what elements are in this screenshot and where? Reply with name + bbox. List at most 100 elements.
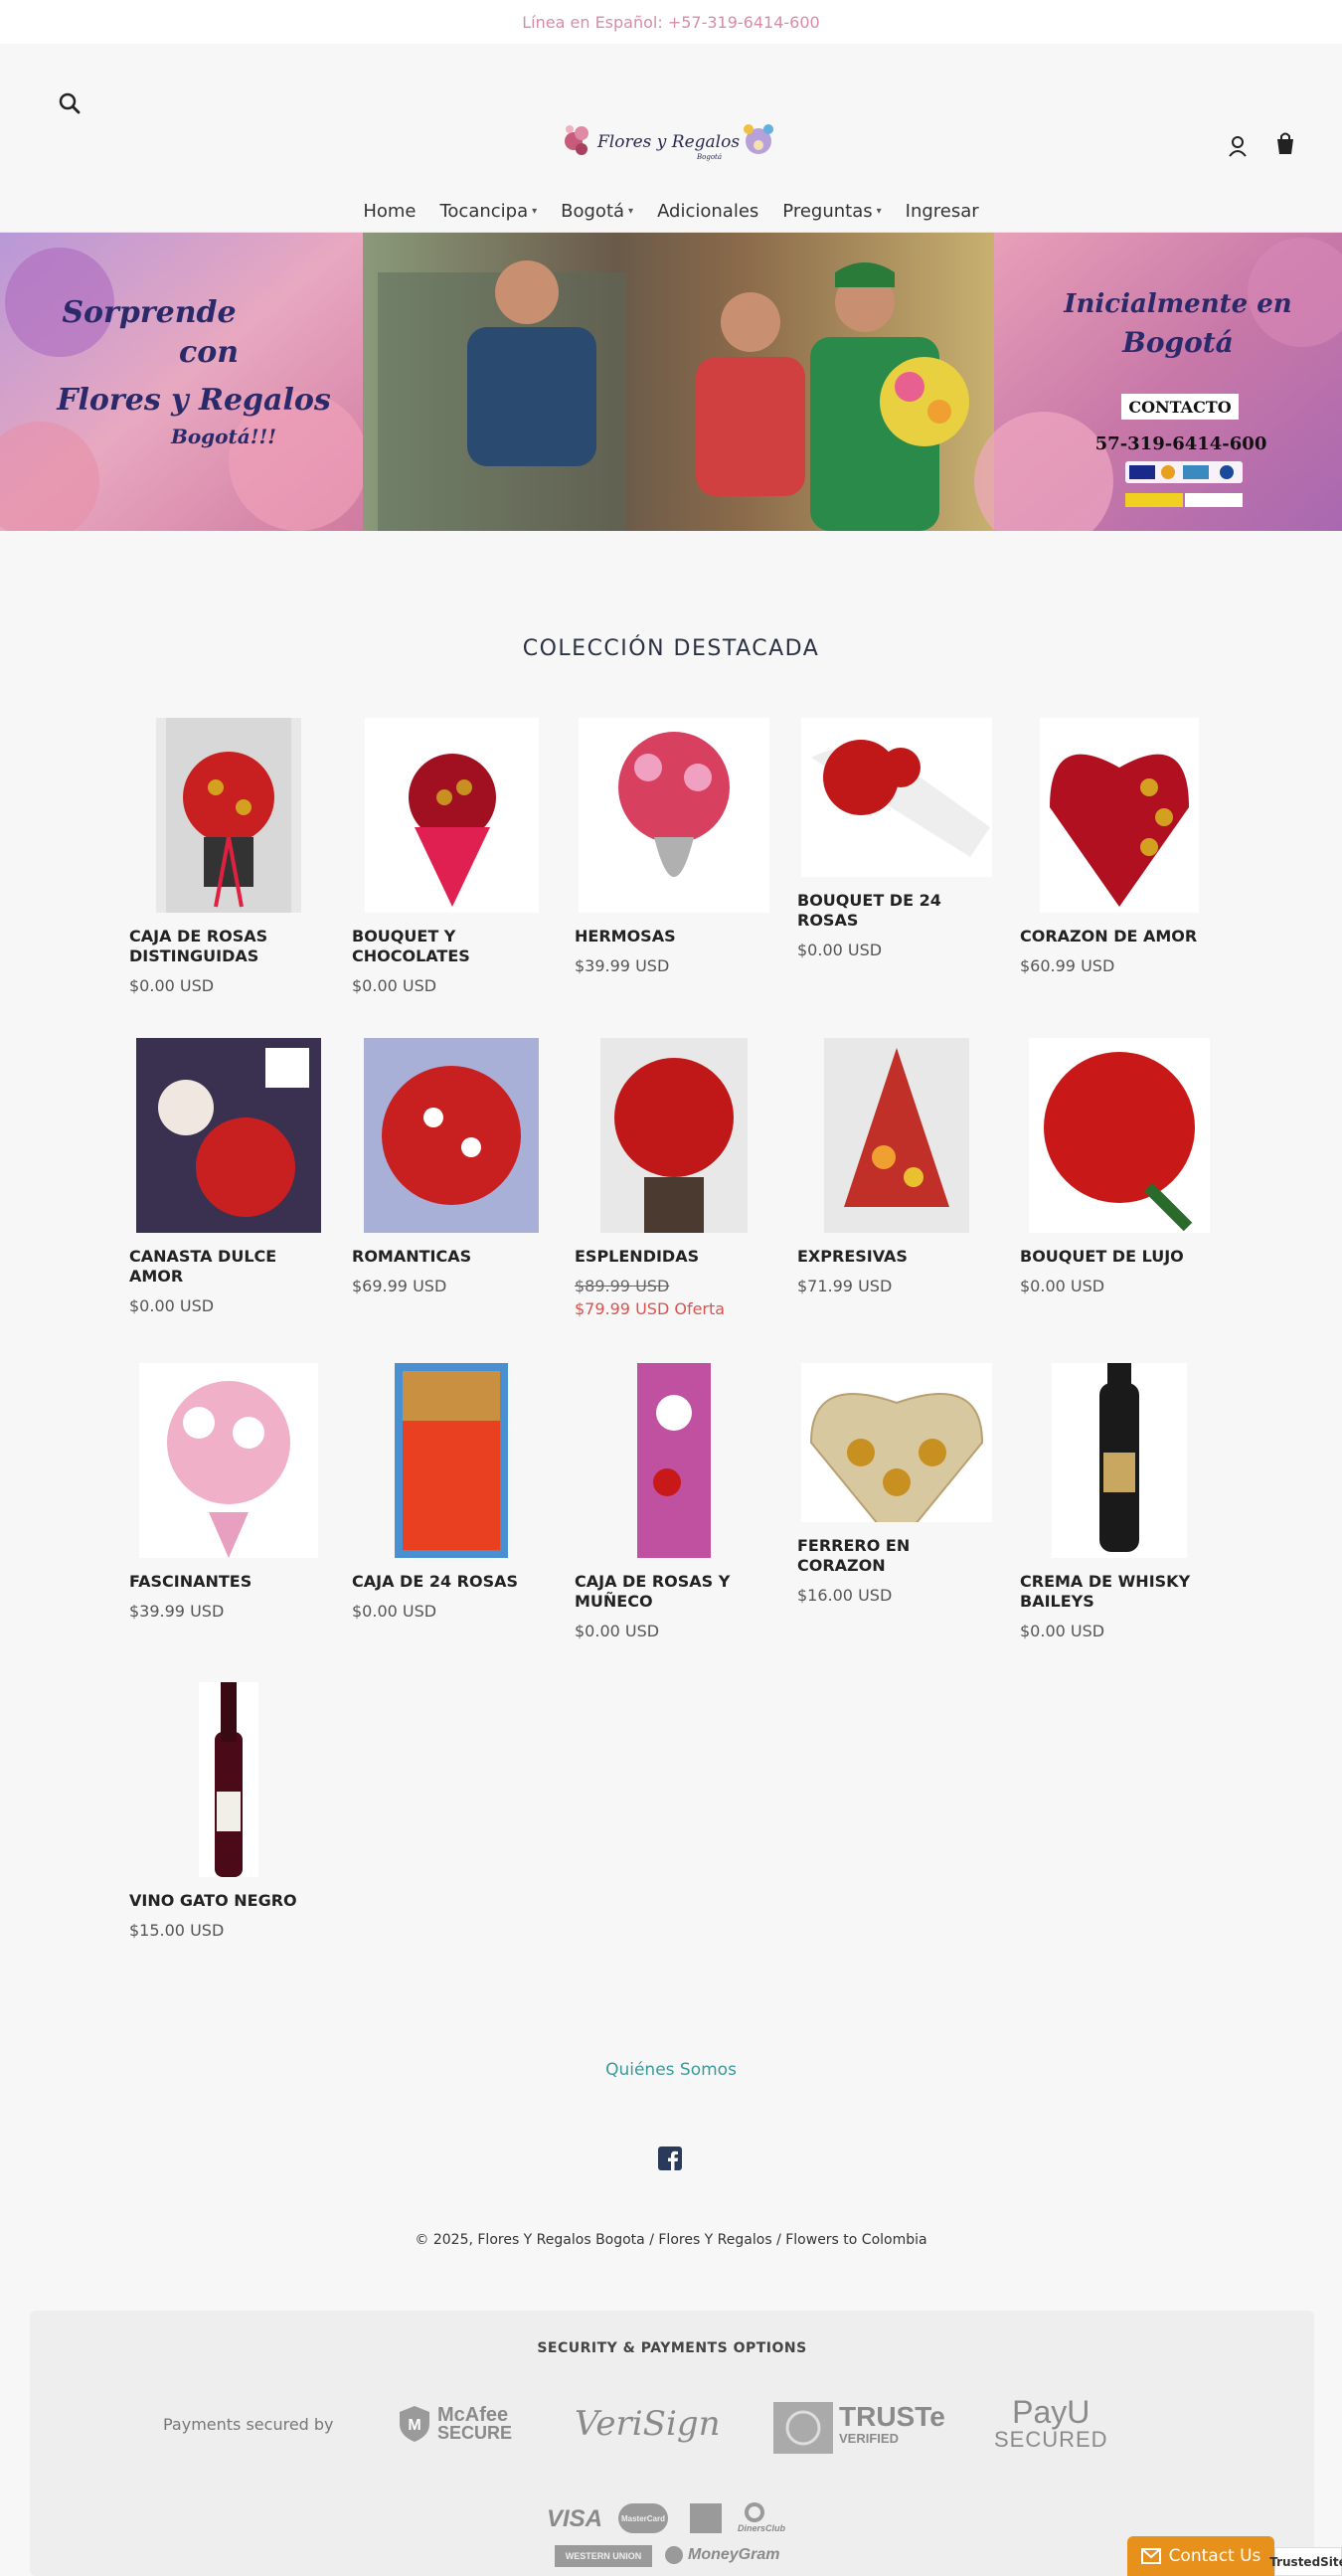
- cart-icon[interactable]: [1270, 129, 1300, 159]
- product-card[interactable]: FERRERO EN CORAZON $16.00 USD: [797, 1363, 996, 1605]
- diners-icon: [745, 2502, 764, 2522]
- product-card[interactable]: CAJA DE 24 ROSAS $0.00 USD: [352, 1363, 551, 1621]
- product-sale-price: $79.99 USD Oferta: [575, 1299, 726, 1318]
- woman-body: [467, 327, 596, 466]
- product-name[interactable]: CAJA DE ROSAS Y MUÑECO: [575, 1572, 773, 1612]
- nav-item-preguntas[interactable]: Preguntas ▾: [770, 201, 893, 222]
- search-icon[interactable]: [56, 89, 85, 119]
- account-icon[interactable]: [1225, 132, 1251, 160]
- product-price: $0.00 USD: [1020, 1622, 1105, 1640]
- product-price: $0.00 USD: [129, 1296, 215, 1315]
- main-nav: Home Tocancipa ▾ Bogotá ▾ Adicionales Pregunta…: [0, 201, 1342, 222]
- product-price: $71.99 USD: [797, 1277, 893, 1295]
- footer-about-link[interactable]: Quiénes Somos: [0, 2060, 1342, 2080]
- product-image[interactable]: [129, 718, 328, 913]
- logo-subtext: Bogotá: [696, 153, 722, 161]
- product-card[interactable]: VINO GATO NEGRO $15.00 USD: [129, 1682, 328, 1940]
- product-name[interactable]: FASCINANTES: [129, 1572, 328, 1592]
- nav-item-home[interactable]: Home: [351, 201, 427, 222]
- product-image[interactable]: [352, 718, 551, 913]
- nav-label: Preguntas: [782, 201, 873, 222]
- product-card[interactable]: CANASTA DULCE AMOR $0.00 USD: [129, 1038, 328, 1315]
- security-payments-box: SECURITY & PAYMENTS OPTIONS Payments sec…: [30, 2311, 1314, 2576]
- product-image[interactable]: [797, 1363, 996, 1549]
- mcafee-sub: SECURE: [437, 2423, 513, 2443]
- woman-head: [495, 260, 559, 324]
- banner-right-line2: Bogotá: [1121, 326, 1234, 359]
- product-name[interactable]: VINO GATO NEGRO: [129, 1891, 328, 1911]
- contact-us-button[interactable]: Contact Us: [1127, 2536, 1274, 2576]
- product-image[interactable]: [575, 1038, 773, 1233]
- product-name[interactable]: FERRERO EN CORAZON: [797, 1536, 996, 1576]
- product-image[interactable]: [1020, 1038, 1219, 1233]
- mcafee-shield-icon: M: [400, 2406, 429, 2442]
- product-name[interactable]: ESPLENDIDAS: [575, 1247, 773, 1267]
- product-card[interactable]: HERMOSAS $39.99 USD: [575, 718, 773, 975]
- visa-logo: VISA: [547, 2505, 603, 2532]
- product-price: $0.00 USD: [575, 1622, 660, 1640]
- product-name[interactable]: CREMA DE WHISKY BAILEYS: [1020, 1572, 1219, 1612]
- product-image[interactable]: [129, 1363, 328, 1558]
- banner-text-line3: Flores y Regalos: [56, 383, 331, 418]
- product-image[interactable]: [129, 1682, 328, 1877]
- product-name[interactable]: HERMOSAS: [575, 927, 773, 946]
- product-name[interactable]: CAJA DE 24 ROSAS: [352, 1572, 551, 1592]
- product-card[interactable]: FASCINANTES $39.99 USD: [129, 1363, 328, 1621]
- nav-label: Tocancipa: [439, 201, 529, 222]
- nav-item-tocancipa[interactable]: Tocancipa ▾: [427, 201, 549, 222]
- bouquet: [880, 357, 969, 446]
- girl-head: [721, 292, 780, 352]
- product-image[interactable]: [1020, 718, 1219, 913]
- banner-text-line1: Sorprende: [62, 295, 236, 330]
- product-image[interactable]: [575, 718, 773, 913]
- product-price: $16.00 USD: [797, 1586, 893, 1605]
- product-name[interactable]: CAJA DE ROSAS DISTINGUIDAS: [129, 927, 328, 966]
- product-name[interactable]: BOUQUET DE LUJO: [1020, 1247, 1219, 1267]
- product-name[interactable]: CANASTA DULCE AMOR: [129, 1247, 328, 1287]
- product-image[interactable]: [352, 1363, 551, 1558]
- product-image[interactable]: [352, 1038, 551, 1233]
- product-image[interactable]: [575, 1363, 773, 1558]
- western-union-logo: WESTERN UNION: [555, 2545, 652, 2567]
- product-price: $39.99 USD: [129, 1602, 225, 1621]
- product-image[interactable]: [797, 718, 996, 877]
- nav-label: Adicionales: [657, 201, 759, 222]
- product-card[interactable]: BOUQUET DE LUJO $0.00 USD: [1020, 1038, 1219, 1295]
- product-price: $0.00 USD: [1020, 1277, 1105, 1295]
- product-card[interactable]: BOUQUET DE 24 ROSAS $0.00 USD: [797, 718, 996, 959]
- product-card[interactable]: CAJA DE ROSAS DISTINGUIDAS $0.00 USD: [129, 718, 328, 995]
- nav-item-ingresar[interactable]: Ingresar: [894, 201, 991, 222]
- nav-item-adicionales[interactable]: Adicionales: [645, 201, 770, 222]
- product-name[interactable]: BOUQUET DE 24 ROSAS: [797, 891, 996, 931]
- product-name[interactable]: ROMANTICAS: [352, 1247, 551, 1267]
- trustedsite-badge[interactable]: TrustedSite: [1269, 2547, 1342, 2576]
- chevron-down-icon: ▾: [876, 206, 882, 217]
- envelope-icon: [1140, 2548, 1161, 2564]
- banner-moneygram-logo: [1185, 493, 1243, 507]
- diners-logo: DinersClub: [738, 2501, 785, 2533]
- product-image[interactable]: [797, 1038, 996, 1233]
- product-card[interactable]: BOUQUET Y CHOCOLATES $0.00 USD: [352, 718, 551, 995]
- product-card[interactable]: CAJA DE ROSAS Y MUÑECO $0.00 USD: [575, 1363, 773, 1640]
- hero-banner[interactable]: Sorprende con Flores y Regalos Bogotá!!!…: [0, 233, 1342, 531]
- facebook-icon[interactable]: [658, 2147, 682, 2170]
- announcement-bar[interactable]: Línea en Español: +57-319-6414-600: [0, 0, 1342, 44]
- product-card[interactable]: ESPLENDIDAS $89.99 USD $79.99 USD Oferta: [575, 1038, 773, 1318]
- product-name[interactable]: CORAZON DE AMOR: [1020, 927, 1219, 946]
- product-card[interactable]: CREMA DE WHISKY BAILEYS $0.00 USD: [1020, 1363, 1219, 1640]
- product-card[interactable]: EXPRESIVAS $71.99 USD: [797, 1038, 996, 1295]
- nav-item-bogot[interactable]: Bogotá ▾: [549, 201, 645, 222]
- svg-text:M: M: [408, 2417, 420, 2434]
- product-name[interactable]: BOUQUET Y CHOCOLATES: [352, 927, 551, 966]
- product-card[interactable]: CORAZON DE AMOR $60.99 USD: [1020, 718, 1219, 975]
- product-name[interactable]: EXPRESIVAS: [797, 1247, 996, 1267]
- mastercard-logo: MasterCard: [618, 2503, 668, 2533]
- product-image[interactable]: [1020, 1363, 1219, 1558]
- product-card[interactable]: ROMANTICAS $69.99 USD: [352, 1038, 551, 1295]
- product-price: $0.00 USD: [352, 1602, 437, 1621]
- product-image[interactable]: [129, 1038, 328, 1233]
- announcement-text[interactable]: Línea en Español: +57-319-6414-600: [522, 13, 819, 32]
- moneygram-text: MoneyGram: [688, 2546, 780, 2563]
- product-price: $39.99 USD: [575, 956, 670, 975]
- site-logo[interactable]: Flores y Regalos Bogotá: [562, 115, 776, 167]
